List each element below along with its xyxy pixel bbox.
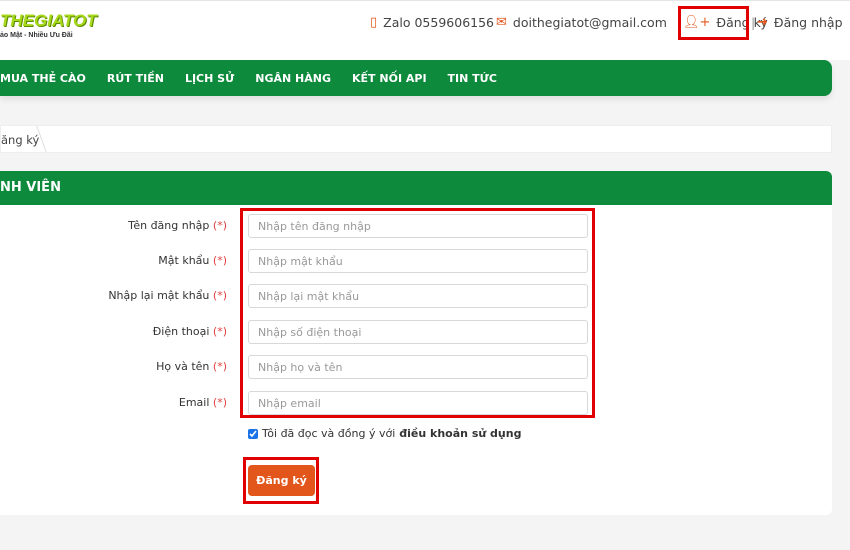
nav-ket-noi-api[interactable]: KẾT NỐI API xyxy=(352,72,427,85)
terms-agreement[interactable]: Tôi đã đọc và đồng ý với điều khoản sử d… xyxy=(248,427,521,440)
nav-mua-the-cao[interactable]: MUA THẺ CÀO xyxy=(0,72,86,85)
nav-rut-tien[interactable]: RÚT TIỀN xyxy=(107,72,164,85)
field-label: Điện thoại (*) xyxy=(152,325,227,338)
email-contact: ✉ doithegiatot@gmail.com xyxy=(496,15,667,30)
register-highlight xyxy=(678,6,749,40)
top-header: THEGIATOT ảo Mật - Nhiều Ưu Đãi ▯ Zalo 0… xyxy=(0,0,850,60)
breadcrumb: ăng ký xyxy=(0,125,832,153)
panel-title: NH VIÊN xyxy=(0,171,832,205)
logo[interactable]: THEGIATOT xyxy=(0,11,97,31)
login-link-label: Đăng nhập xyxy=(773,15,843,30)
email-text: doithegiatot@gmail.com xyxy=(512,15,667,30)
submit-highlight xyxy=(243,457,319,504)
sign-in-icon: ➜ xyxy=(757,15,768,30)
mobile-phone-icon: ▯ xyxy=(370,15,378,30)
phone-text: Zalo 0559606156 xyxy=(383,15,495,30)
field-label: Tên đăng nhập (*) xyxy=(128,219,227,232)
logo-tagline: ảo Mật - Nhiều Ưu Đãi xyxy=(0,32,73,39)
field-label: Email (*) xyxy=(178,396,227,409)
terms-checkbox[interactable] xyxy=(248,428,258,439)
field-label: Họ và tên (*) xyxy=(156,360,227,373)
header-separator: | xyxy=(751,15,756,30)
terms-link[interactable]: điều khoản sử dụng xyxy=(399,427,521,440)
nav-tin-tuc[interactable]: TIN TỨC xyxy=(448,72,497,85)
nav-ngan-hang[interactable]: NGÂN HÀNG xyxy=(255,72,331,85)
field-label: Mật khẩu (*) xyxy=(158,254,227,267)
breadcrumb-current: ăng ký xyxy=(1,133,40,147)
envelope-icon: ✉ xyxy=(496,15,507,30)
phone-contact: ▯ Zalo 0559606156 xyxy=(370,15,494,30)
login-link[interactable]: ➜ Đăng nhập xyxy=(757,15,843,30)
fields-highlight xyxy=(240,208,595,418)
nav-lich-su[interactable]: LỊCH SỬ xyxy=(185,72,234,85)
field-label: Nhập lại mật khẩu (*) xyxy=(108,289,227,302)
main-nav: MUA THẺ CÀO RÚT TIỀN LỊCH SỬ NGÂN HÀNG K… xyxy=(0,60,832,96)
terms-text: Tôi đã đọc và đồng ý với xyxy=(262,427,396,440)
